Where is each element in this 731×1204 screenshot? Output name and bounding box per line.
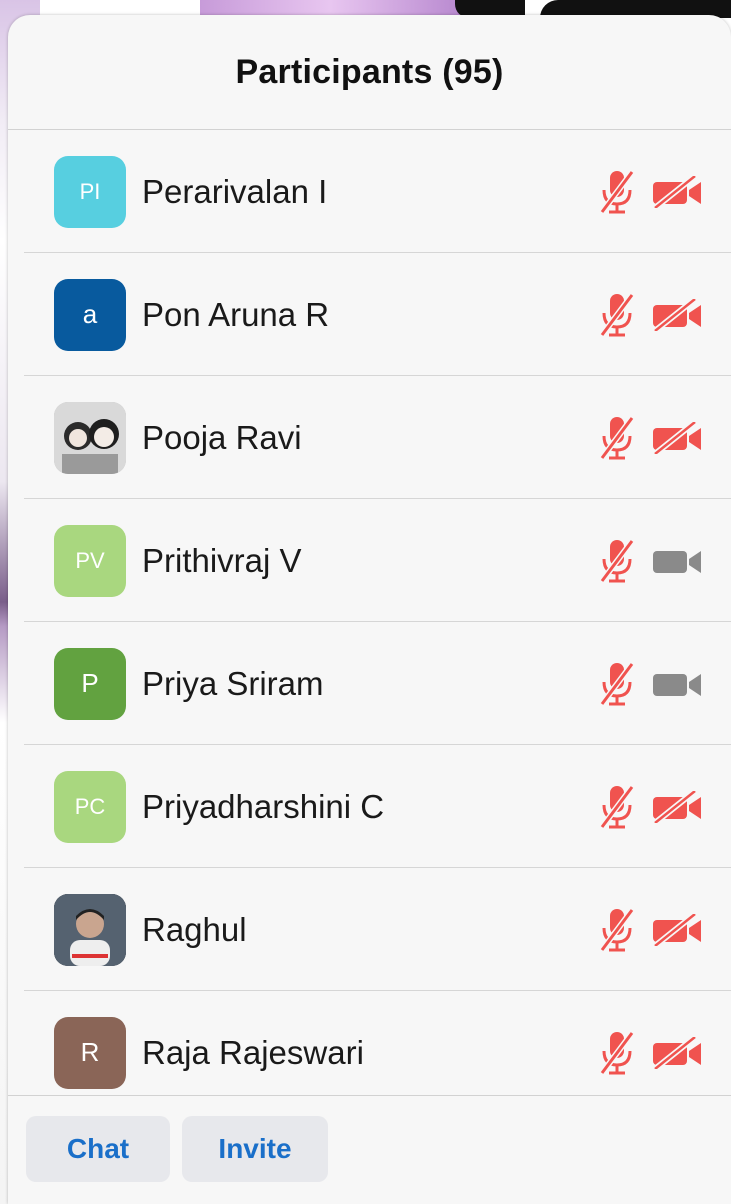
- avatar: PI: [54, 155, 126, 228]
- participant-controls: [597, 414, 703, 462]
- participant-controls: [597, 783, 703, 831]
- video-off-icon[interactable]: [651, 298, 703, 331]
- participant-name: Pooja Ravi: [142, 418, 302, 456]
- participant-name: Perarivalan I: [142, 172, 328, 210]
- participant-name: Raghul: [142, 910, 247, 948]
- mic-muted-icon[interactable]: [597, 1029, 637, 1077]
- participant-controls: [597, 168, 703, 216]
- avatar: R: [54, 1016, 126, 1089]
- participant-name: Priyadharshini C: [142, 787, 385, 825]
- participant-row[interactable]: P Priya Sriram: [8, 622, 731, 745]
- mic-muted-icon[interactable]: [597, 783, 637, 831]
- video-off-icon[interactable]: [651, 790, 703, 823]
- profile-photo-icon: [54, 893, 126, 966]
- participant-row[interactable]: a Pon Aruna R: [8, 253, 731, 376]
- participant-controls: [597, 537, 703, 585]
- participant-row[interactable]: PI Perarivalan I: [8, 130, 731, 253]
- panel-title: Participants (95): [235, 52, 504, 91]
- avatar-initials: R: [80, 1037, 100, 1067]
- mic-muted-icon[interactable]: [597, 660, 637, 708]
- participant-name: Raja Rajeswari: [142, 1033, 364, 1071]
- participant-controls: [597, 291, 703, 339]
- participant-row[interactable]: PC Priyadharshini C: [8, 745, 731, 868]
- participant-row[interactable]: Raghul: [8, 868, 731, 991]
- participant-name: Priya Sriram: [142, 664, 324, 702]
- chat-button[interactable]: Chat: [26, 1116, 170, 1182]
- participant-controls: [597, 1029, 703, 1077]
- avatar-initials: PC: [74, 793, 106, 819]
- participant-name: Pon Aruna R: [142, 295, 330, 333]
- avatar-initials: a: [82, 299, 98, 329]
- avatar: PV: [54, 524, 126, 597]
- participants-panel: Participants (95) PI Perarivalan I a Pon Ar…: [8, 15, 731, 1204]
- avatar-initials: PV: [75, 547, 105, 573]
- mic-muted-icon[interactable]: [597, 291, 637, 339]
- mic-muted-icon[interactable]: [597, 168, 637, 216]
- video-on-icon[interactable]: [651, 668, 703, 700]
- participant-controls: [597, 906, 703, 954]
- avatar-photo: [54, 893, 126, 966]
- participant-list[interactable]: PI Perarivalan Ia Pon Aruna R Pooja Ravi PV P…: [8, 130, 731, 1114]
- video-off-icon[interactable]: [651, 1036, 703, 1069]
- avatar-photo: [54, 401, 126, 474]
- avatar: PC: [54, 770, 126, 843]
- mic-muted-icon[interactable]: [597, 537, 637, 585]
- participant-row[interactable]: PV Prithivraj V: [8, 499, 731, 622]
- avatar-initials: PI: [79, 178, 101, 204]
- panel-footer: Chat Invite: [8, 1095, 731, 1204]
- video-off-icon[interactable]: [651, 421, 703, 454]
- avatar: a: [54, 278, 126, 351]
- mic-muted-icon[interactable]: [597, 906, 637, 954]
- participant-controls: [597, 660, 703, 708]
- mic-muted-icon[interactable]: [597, 414, 637, 462]
- profile-photo-icon: [54, 401, 126, 474]
- avatar-initials: P: [81, 668, 99, 698]
- participant-name: Prithivraj V: [142, 541, 302, 579]
- video-on-icon[interactable]: [651, 545, 703, 577]
- video-off-icon[interactable]: [651, 175, 703, 208]
- invite-button[interactable]: Invite: [182, 1116, 328, 1182]
- video-off-icon[interactable]: [651, 913, 703, 946]
- participant-row[interactable]: Pooja Ravi: [8, 376, 731, 499]
- avatar: P: [54, 647, 126, 720]
- panel-header: Participants (95): [8, 15, 731, 130]
